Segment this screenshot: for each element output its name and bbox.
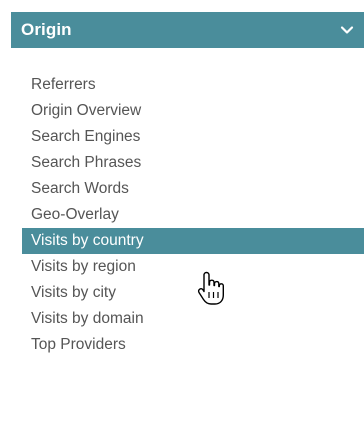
menu-item-geo-overlay[interactable]: Geo-Overlay [22,202,364,228]
menu-item-visits-by-city[interactable]: Visits by city [22,280,364,306]
menu-item-origin-overview[interactable]: Origin Overview [22,98,364,124]
menu-item-top-providers[interactable]: Top Providers [22,332,364,358]
menu-item-search-words[interactable]: Search Words [22,176,364,202]
origin-menu: Referrers Origin Overview Search Engines… [22,72,364,358]
chevron-down-icon[interactable] [340,23,354,37]
menu-item-visits-by-domain[interactable]: Visits by domain [22,306,364,332]
section-title: Origin [21,20,72,39]
menu-item-search-engines[interactable]: Search Engines [22,124,364,150]
menu-item-referrers[interactable]: Referrers [22,72,364,98]
origin-section-header[interactable]: Origin [11,12,364,48]
menu-item-search-phrases[interactable]: Search Phrases [22,150,364,176]
menu-item-visits-by-country[interactable]: Visits by country [22,228,364,254]
menu-item-visits-by-region[interactable]: Visits by region [22,254,364,280]
